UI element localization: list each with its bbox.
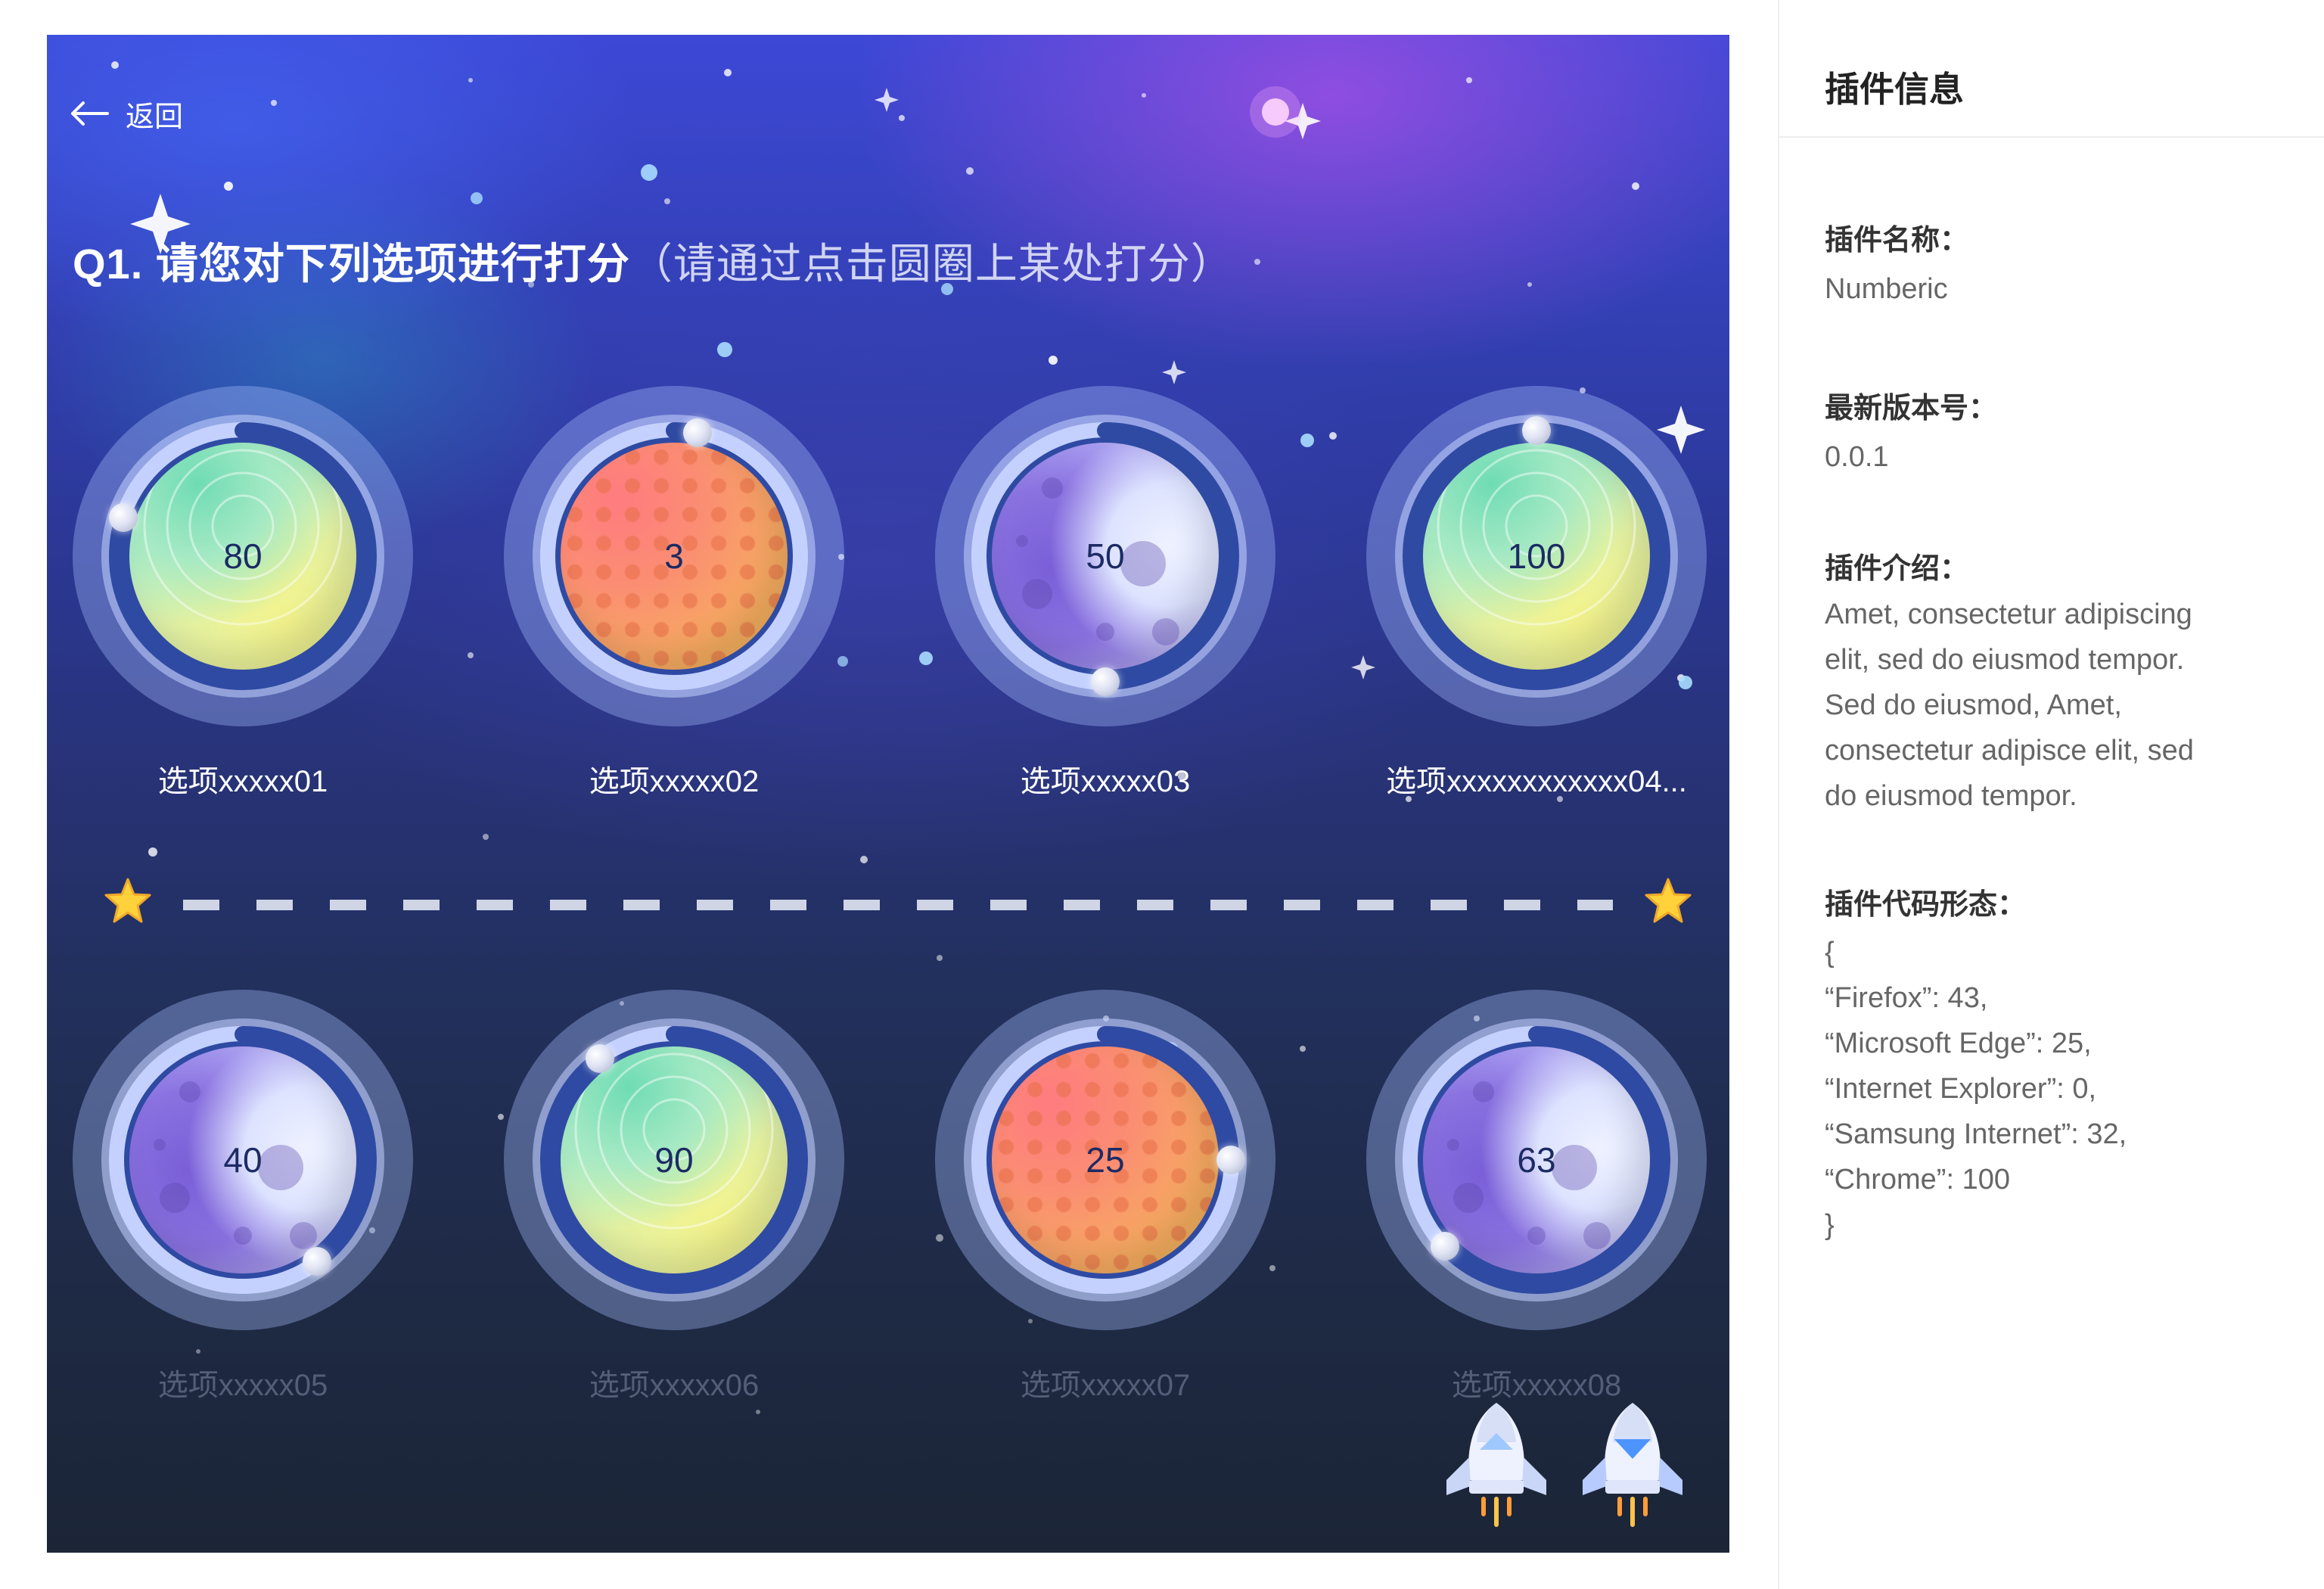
arrow-left-icon (71, 101, 109, 126)
plugin-name-label: 插件名称： (1825, 225, 1969, 257)
rating-dial[interactable]: 3 选项xxxxx02 (504, 386, 844, 810)
dial-handle[interactable] (586, 1043, 615, 1073)
star-icon (1645, 878, 1692, 923)
intro-line: Sed do eiusmod, Amet, (1825, 689, 2122, 721)
dial-handle[interactable] (1091, 667, 1120, 696)
rating-dial[interactable]: 50 选项xxxxx03 (935, 386, 1275, 810)
back-label: 返回 (126, 101, 184, 133)
score-value: 40 (223, 1140, 263, 1180)
rocket-up-icon (1446, 1403, 1546, 1527)
option-label: 选项xxxxx06 (589, 1369, 760, 1402)
panel-title: 插件信息 (1825, 70, 1964, 109)
rating-dial[interactable]: 25 选项xxxxx07 (935, 990, 1275, 1413)
code-label: 插件代码形态： (1825, 889, 2027, 921)
divider (103, 876, 1692, 929)
code-line: “Microsoft Edge”: 25, (1825, 1028, 2092, 1059)
intro-text: Amet, consectetur adipiscing elit, sed d… (1825, 592, 2294, 819)
rocket-down-icon (1583, 1403, 1682, 1527)
question-text: Q1. 请您对下列选项进行打分 (73, 240, 630, 288)
dial-handle[interactable] (1216, 1146, 1245, 1174)
rating-dial[interactable]: 80 选项xxxxx01 (73, 386, 413, 810)
code-line: “Internet Explorer”: 0, (1825, 1073, 2097, 1105)
score-value: 90 (654, 1140, 694, 1180)
plugin-name-value: Numberic (1825, 273, 1948, 305)
score-value: 50 (1086, 536, 1125, 576)
option-label: 选项xxxxx03 (1020, 765, 1191, 798)
code-line: “Firefox”: 43, (1825, 982, 1988, 1014)
code-line: } (1825, 1209, 1835, 1241)
option-label: 选项xxxxxxxxxxxx04... (1386, 765, 1687, 798)
star-icon (104, 878, 151, 923)
rating-dial[interactable]: 100 选项xxxxxxxxxxxx04... (1366, 386, 1707, 810)
panel-divider (1779, 136, 2324, 138)
code-line: { (1825, 937, 1835, 969)
code-line: “Samsung Internet”: 32, (1825, 1118, 2127, 1150)
score-value: 100 (1507, 536, 1566, 576)
intro-line: elit, sed do eiusmod tempor. (1825, 644, 2185, 676)
intro-label: 插件介绍： (1825, 553, 1969, 585)
question-title: Q1. 请您对下列选项进行打分（请通过点击圆圈上某处打分） (73, 230, 1234, 291)
intro-line: do eiusmod tempor. (1825, 780, 2077, 812)
option-label: 选项xxxxx01 (157, 765, 328, 798)
plugin-info-panel: 插件信息 插件名称： Numberic 最新版本号： 0.0.1 插件介绍： A… (1778, 0, 2324, 1589)
rating-dial[interactable]: 40 选项xxxxx05 (73, 990, 413, 1413)
dial-handle[interactable] (109, 502, 138, 532)
code-line: “Chrome”: 100 (1825, 1164, 2010, 1196)
previous-page-button[interactable] (1443, 1397, 1549, 1541)
next-page-button[interactable] (1580, 1397, 1686, 1541)
score-value: 80 (223, 536, 263, 576)
option-label: 选项xxxxx05 (157, 1369, 328, 1402)
dial-handle[interactable] (1430, 1231, 1459, 1261)
option-label: 选项xxxxx07 (1020, 1369, 1191, 1402)
dial-handle[interactable] (683, 418, 713, 447)
rating-dial[interactable]: 90 选项xxxxx06 (504, 990, 844, 1413)
intro-line: Amet, consectetur adipiscing (1825, 599, 2192, 630)
version-value: 0.0.1 (1825, 441, 1889, 473)
dial-handle[interactable] (302, 1247, 331, 1276)
rating-dial[interactable]: 63 选项xxxxx08 (1366, 990, 1707, 1413)
option-label: 选项xxxxx02 (589, 765, 760, 798)
back-button[interactable]: 返回 (70, 92, 183, 135)
question-hint: （请通过点击圆圈上某处打分） (629, 240, 1234, 288)
dial-handle[interactable] (1522, 416, 1551, 445)
score-value: 3 (664, 536, 684, 576)
intro-line: consectetur adipisce elit, sed (1825, 735, 2194, 767)
rating-stage: 返回 Q1. 请您对下列选项进行打分（请通过点击圆圈上某处打分） 80 选项xxx… (47, 35, 1729, 1553)
score-value: 25 (1086, 1140, 1125, 1180)
version-label: 最新版本号： (1825, 393, 1998, 424)
dashed-line (183, 900, 1613, 910)
